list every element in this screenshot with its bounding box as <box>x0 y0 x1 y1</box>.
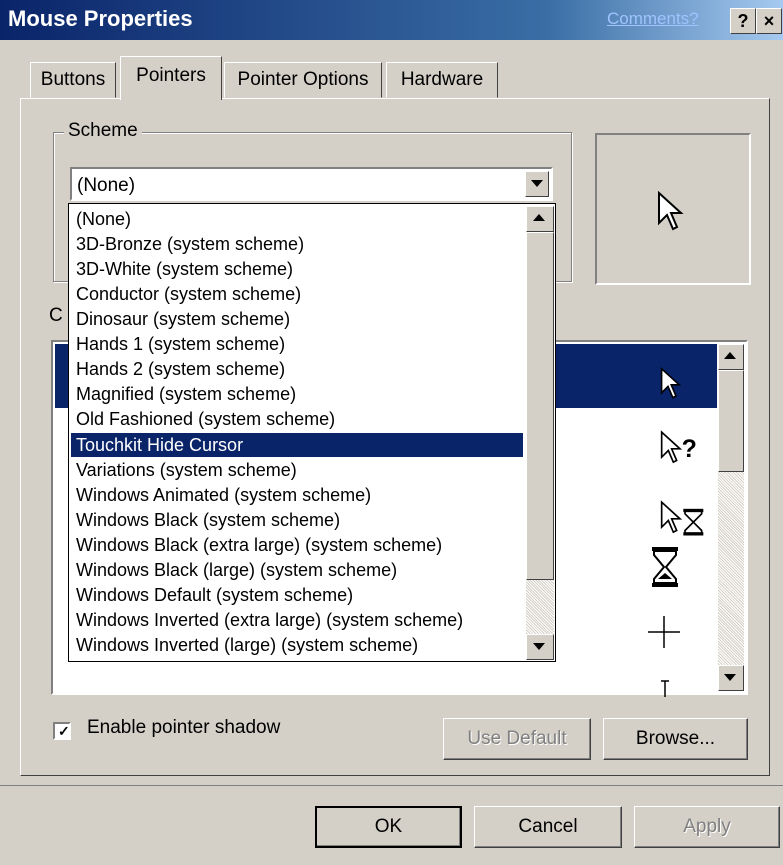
cancel-button[interactable]: Cancel <box>474 806 622 848</box>
scheme-group-label: Scheme <box>64 120 142 142</box>
tab-pointers[interactable]: Pointers <box>120 56 222 100</box>
arrow-pointer-icon <box>660 366 682 399</box>
dropdown-item[interactable]: 3D-White (system scheme) <box>71 257 523 281</box>
svg-text:?: ? <box>682 435 697 463</box>
dropdown-item[interactable]: Windows Inverted (large) (system scheme) <box>71 633 523 657</box>
busy-hourglass-icon <box>652 547 678 587</box>
chevron-up-icon <box>533 214 545 221</box>
dropdown-item[interactable]: Variations (system scheme) <box>71 458 523 482</box>
dropdown-item[interactable]: Magnified (system scheme) <box>71 382 523 406</box>
browse-button[interactable]: Browse... <box>603 718 748 760</box>
help-select-icon: ? <box>660 430 697 464</box>
dropdown-item[interactable]: 3D-Bronze (system scheme) <box>71 232 523 256</box>
title-bar: Mouse Properties Comments? ? × <box>0 0 783 40</box>
chevron-up-icon <box>724 352 736 359</box>
chevron-down-icon <box>724 674 736 681</box>
dropdown-item-highlighted[interactable]: Touchkit Hide Cursor <box>71 433 523 457</box>
precision-crosshair-icon <box>648 616 680 648</box>
window-title: Mouse Properties <box>8 6 193 31</box>
chevron-down-icon <box>531 180 543 187</box>
scroll-down-button[interactable] <box>718 665 744 691</box>
dropdown-item[interactable]: Windows Animated (system scheme) <box>71 483 523 507</box>
use-default-button[interactable]: Use Default <box>443 718 591 760</box>
help-button[interactable]: ? <box>730 8 756 34</box>
pointer-shadow-checkbox[interactable]: ✓ <box>53 722 71 740</box>
scheme-combobox[interactable]: (None) <box>70 167 553 201</box>
customize-label: C <box>49 305 63 326</box>
working-in-background-icon <box>660 500 704 536</box>
dropdown-item[interactable]: (None) <box>71 207 523 231</box>
tab-buttons[interactable]: Buttons <box>30 62 116 98</box>
dropdown-item[interactable]: Windows Black (large) (system scheme) <box>71 558 523 582</box>
dropdown-item[interactable]: Old Fashioned (system scheme) <box>71 407 523 431</box>
pointer-shadow-label[interactable]: Enable pointer shadow <box>87 717 280 739</box>
dropdown-item[interactable]: Hands 2 (system scheme) <box>71 357 523 381</box>
checkmark-icon: ✓ <box>58 723 70 739</box>
scroll-thumb[interactable] <box>718 370 744 472</box>
cursor-list-scrollbar[interactable] <box>718 344 744 691</box>
ok-button[interactable]: OK <box>315 806 462 848</box>
dropdown-item[interactable]: Windows Inverted (extra large) (system s… <box>71 608 523 632</box>
cursor-icons-column: ? <box>648 342 718 697</box>
tab-hardware[interactable]: Hardware <box>386 62 498 98</box>
dropdown-scroll-up-button[interactable] <box>526 206 554 232</box>
scheme-dropdown-list[interactable]: (None) 3D-Bronze (system scheme) 3D-Whit… <box>68 203 556 662</box>
dropdown-scrollbar[interactable] <box>526 206 554 660</box>
dropdown-item[interactable]: Windows Default (system scheme) <box>71 583 523 607</box>
dropdown-item[interactable]: Windows Black (extra large) (system sche… <box>71 533 523 557</box>
dropdown-item[interactable]: Hands 1 (system scheme) <box>71 332 523 356</box>
combo-dropdown-button[interactable] <box>525 171 549 197</box>
divider <box>0 785 783 786</box>
dropdown-scroll-thumb[interactable] <box>526 232 554 580</box>
apply-button[interactable]: Apply <box>634 806 780 848</box>
dropdown-item[interactable]: Conductor (system scheme) <box>71 282 523 306</box>
text-select-icon <box>661 680 669 697</box>
dropdown-item[interactable]: Windows Black (system scheme) <box>71 508 523 532</box>
tab-pointer-options[interactable]: Pointer Options <box>224 62 382 98</box>
comments-link[interactable]: Comments? <box>607 9 699 29</box>
arrow-pointer-icon <box>658 191 684 231</box>
chevron-down-icon <box>533 643 545 650</box>
dropdown-item[interactable]: Dinosaur (system scheme) <box>71 307 523 331</box>
pointer-preview <box>595 133 751 285</box>
close-button[interactable]: × <box>756 8 782 34</box>
scheme-selected-value: (None) <box>77 175 136 196</box>
scroll-up-button[interactable] <box>718 344 744 370</box>
dropdown-scroll-down-button[interactable] <box>526 634 554 660</box>
